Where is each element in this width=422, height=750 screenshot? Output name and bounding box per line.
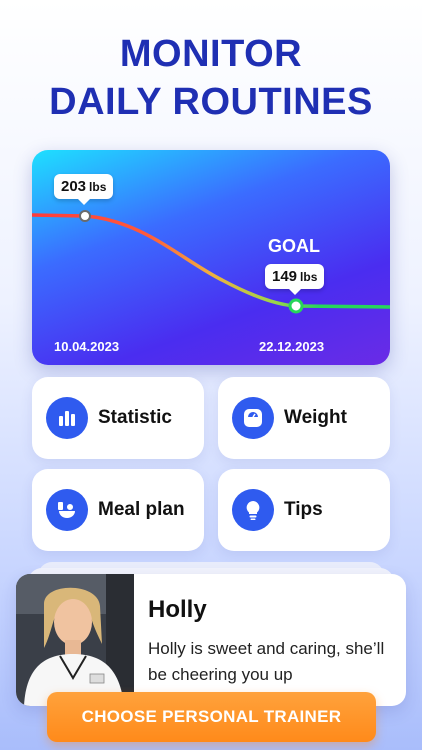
bar-chart-icon	[46, 397, 88, 439]
start-date: 10.04.2023	[54, 339, 120, 354]
trainer-photo	[16, 574, 134, 706]
choose-personal-trainer-button[interactable]: CHOOSE PERSONAL TRAINER	[47, 692, 376, 742]
weight-label: Weight	[284, 407, 347, 428]
statistic-label: Statistic	[98, 407, 172, 428]
start-weight-value: 203	[61, 178, 87, 195]
goal-date: 22.12.2023	[259, 339, 325, 354]
title-line-2: DAILY ROUTINES	[49, 81, 373, 123]
weight-tile[interactable]: Weight	[218, 377, 390, 459]
lightbulb-icon	[232, 489, 274, 531]
goal-label: GOAL	[268, 236, 320, 256]
trainer-card[interactable]: Holly Holly is sweet and caring, she’ll …	[16, 574, 406, 706]
page-title: MONITOR DAILY ROUTINES	[0, 30, 422, 126]
tips-tile[interactable]: Tips	[218, 469, 390, 551]
meal-plan-label: Meal plan	[98, 499, 185, 520]
meal-plan-tile[interactable]: Meal plan	[32, 469, 204, 551]
start-point-marker	[79, 210, 91, 222]
trainer-name: Holly	[148, 596, 207, 623]
start-weight-tag: 203 lbs	[54, 174, 114, 205]
meal-icon	[46, 489, 88, 531]
goal-point-marker	[288, 298, 304, 314]
weight-progress-card: 203 lbs GOAL 149 lbs 10.04.2023 22.12.2023	[32, 150, 390, 365]
tips-label: Tips	[284, 499, 323, 520]
weight-curve-line	[32, 213, 390, 309]
goal-weight-value: 149	[272, 268, 298, 285]
goal-weight-unit: lbs	[300, 270, 318, 284]
trainer-description: Holly is sweet and caring, she’ll be che…	[148, 639, 385, 684]
title-line-1: MONITOR	[119, 33, 303, 75]
goal-weight-tag: 149 lbs	[265, 264, 325, 295]
statistic-tile[interactable]: Statistic	[32, 377, 204, 459]
scale-icon	[232, 397, 274, 439]
start-weight-unit: lbs	[89, 180, 107, 194]
